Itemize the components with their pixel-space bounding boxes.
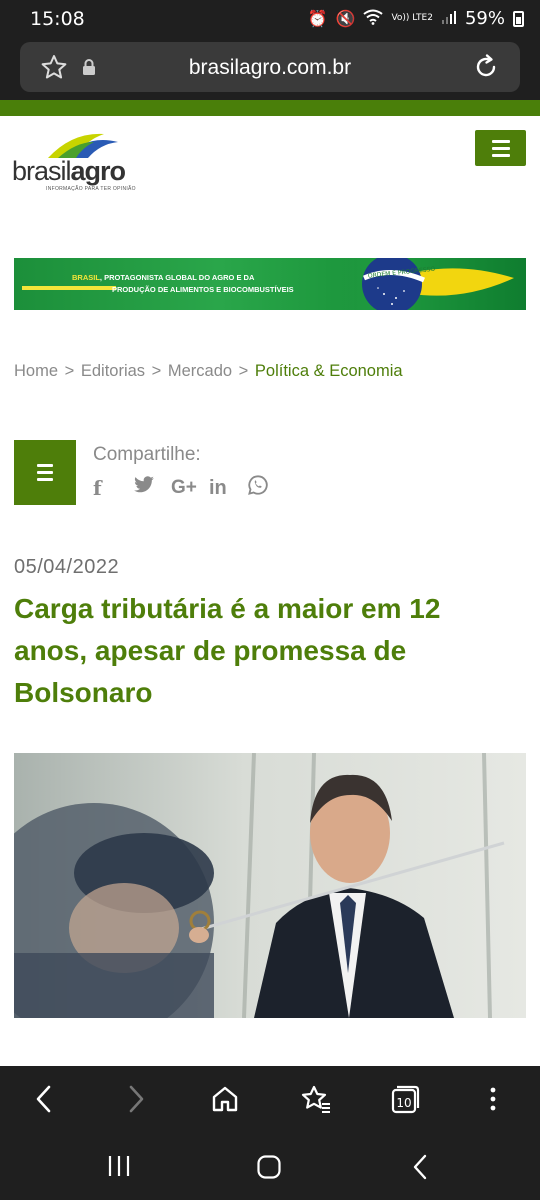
article-title: Carga tributária é a maior em 12 anos, a…: [14, 593, 441, 708]
browser-toolbar: 10: [0, 1066, 540, 1132]
site-logo[interactable]: brasilagro INFORMAÇÃO PARA TER OPINIÃO: [12, 128, 142, 198]
breadcrumb-separator: >: [151, 362, 162, 380]
home-icon[interactable]: [210, 1084, 240, 1119]
hamburger-icon: [491, 139, 510, 143]
article-menu-button[interactable]: [14, 440, 76, 505]
logo-wordmark: brasilagro: [12, 156, 126, 186]
tab-count: 10: [396, 1096, 411, 1110]
social-share-icons: f G+ in: [93, 474, 271, 502]
status-time: 15:08: [30, 8, 85, 30]
banner-yellow-line: [22, 286, 116, 290]
logo-tagline: INFORMAÇÃO PARA TER OPINIÃO: [46, 186, 136, 192]
breadcrumb-current[interactable]: Política & Economia: [255, 362, 403, 380]
site-top-strip: [0, 100, 540, 116]
hamburger-icon: [37, 464, 53, 467]
linkedin-icon[interactable]: in: [209, 477, 247, 500]
recent-apps-icon[interactable]: [106, 1154, 132, 1183]
brazil-flag-image: ORDEM E PROGRESSO: [334, 258, 526, 310]
breadcrumb-separator: >: [64, 362, 75, 380]
breadcrumb-home[interactable]: Home: [14, 362, 58, 380]
whatsapp-icon[interactable]: [247, 474, 271, 502]
signal-icon: [441, 9, 457, 28]
article-date: 05/04/2022: [14, 556, 120, 578]
banner-text-line2: PRODUÇÃO DE ALIMENTOS E BIOCOMBUSTÍVEIS: [112, 285, 294, 294]
back-nav-icon[interactable]: [410, 1154, 430, 1185]
share-label: Compartilhe:: [93, 444, 201, 465]
article-photo-image: [14, 753, 526, 1018]
status-icons: ⏰ 🔇 Vo)) LTE2 59%: [308, 8, 524, 29]
alarm-icon: ⏰: [307, 9, 328, 28]
promo-banner[interactable]: BRASIL, PROTAGONISTA GLOBAL DO AGRO E DA…: [14, 258, 526, 310]
article-photo[interactable]: [14, 753, 526, 1018]
address-bar[interactable]: brasilagro.com.br: [20, 42, 520, 92]
reload-icon[interactable]: [472, 53, 500, 86]
wifi-icon: [363, 9, 384, 29]
facebook-icon[interactable]: f: [93, 476, 133, 500]
battery-percentage: 59%: [464, 8, 505, 29]
breadcrumb-separator: >: [238, 362, 249, 380]
url-text[interactable]: brasilagro.com.br: [20, 56, 520, 80]
bookmarks-icon[interactable]: [300, 1084, 332, 1119]
banner-text-line1: BRASIL, PROTAGONISTA GLOBAL DO AGRO E DA: [72, 273, 255, 282]
breadcrumb: Home > Editorias > Mercado > Política & …: [14, 362, 403, 381]
mute-icon: 🔇: [335, 9, 356, 28]
battery-icon: [513, 10, 524, 27]
system-nav-bar: [0, 1132, 540, 1200]
twitter-icon[interactable]: [133, 476, 171, 500]
breadcrumb-editorias[interactable]: Editorias: [81, 362, 145, 380]
google-plus-icon[interactable]: G+: [171, 477, 209, 499]
browser-chrome: 15:08 ⏰ 🔇 Vo)) LTE2 59% brasilagro.com.b…: [0, 0, 540, 100]
home-nav-icon[interactable]: [256, 1154, 282, 1185]
tabs-icon[interactable]: 10: [390, 1084, 420, 1119]
main-menu-button[interactable]: [475, 130, 526, 166]
forward-icon[interactable]: [124, 1084, 148, 1119]
network-label: Vo)) LTE2: [391, 13, 433, 23]
breadcrumb-mercado[interactable]: Mercado: [168, 362, 232, 380]
back-icon[interactable]: [32, 1084, 56, 1119]
more-options-icon[interactable]: [488, 1084, 498, 1119]
